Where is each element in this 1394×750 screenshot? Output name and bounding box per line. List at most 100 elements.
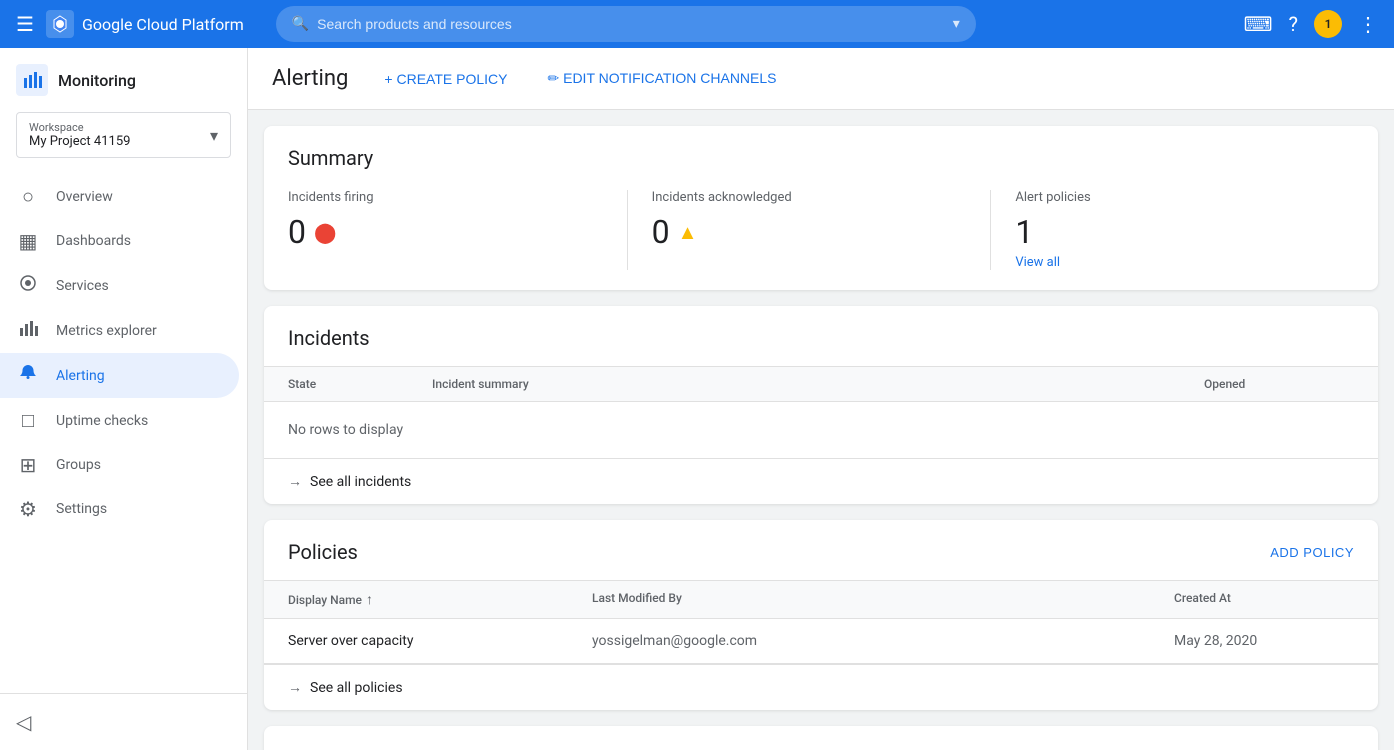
incidents-acknowledged-number: 0 (652, 213, 670, 251)
incidents-col-summary: Incident summary (432, 377, 1180, 391)
topbar: ☰ Google Cloud Platform 🔍 ▾ ⌨ ? 1 ⋮ (0, 0, 1394, 48)
sidebar: Monitoring Workspace My Project 41159 ▾ … (0, 48, 248, 750)
policy-modified-cell: yossigelman@google.com (592, 633, 1150, 649)
events-title: Events (288, 746, 1354, 750)
events-card-content: Events April 14, 2020 Show debug (264, 726, 1378, 750)
topbar-actions: ⌨ ? 1 ⋮ (1244, 10, 1378, 38)
nav-label-metrics-explorer: Metrics explorer (56, 323, 157, 339)
incidents-empty-message: No rows to display (264, 402, 1378, 458)
sidebar-collapse-button[interactable]: ◁ (16, 702, 231, 742)
incidents-acknowledged-status-icon: ▲ (678, 220, 698, 245)
summary-card: Summary Incidents firing 0 ⬤ Incidents a… (264, 126, 1378, 290)
summary-card-content: Summary Incidents firing 0 ⬤ Incidents a… (264, 126, 1378, 290)
monitoring-logo-icon (22, 70, 42, 90)
incidents-firing-number: 0 (288, 213, 306, 251)
incidents-card: Incidents State Incident summary Opened … (264, 306, 1378, 504)
see-all-incidents-label: See all incidents (310, 474, 411, 490)
alerting-icon (16, 363, 40, 388)
edit-notification-channels-button[interactable]: ✏ EDIT NOTIFICATION CHANNELS (535, 62, 788, 95)
more-options-icon[interactable]: ⋮ (1358, 12, 1378, 36)
sidebar-nav: ○ Overview ▦ Dashboards Services (0, 174, 247, 693)
sidebar-item-services[interactable]: Services (0, 263, 239, 308)
incidents-acknowledged-label: Incidents acknowledged (652, 190, 967, 205)
search-dropdown-icon[interactable]: ▾ (953, 16, 960, 32)
alert-policies-value: 1 (1015, 213, 1330, 251)
see-all-policies-label: See all policies (310, 680, 403, 696)
see-all-policies-arrow-icon: → (288, 679, 302, 696)
add-policy-button[interactable]: ADD POLICY (1270, 545, 1354, 560)
metrics-svg-icon (18, 318, 38, 338)
topbar-logo[interactable]: Google Cloud Platform (46, 10, 244, 38)
incidents-title: Incidents (288, 326, 1354, 350)
nav-label-services: Services (56, 278, 109, 294)
events-card: Events April 14, 2020 Show debug (264, 726, 1378, 750)
search-bar[interactable]: 🔍 ▾ (276, 6, 976, 42)
services-icon (16, 273, 40, 298)
policies-card: Policies ADD POLICY Display Name ↑ Last … (264, 520, 1378, 710)
alerting-svg-icon (18, 363, 38, 383)
help-icon[interactable]: ? (1289, 12, 1298, 36)
table-row[interactable]: Server over capacity yossigelman@google.… (264, 619, 1378, 664)
incidents-firing-status-icon: ⬤ (314, 220, 336, 244)
nav-label-dashboards: Dashboards (56, 233, 131, 249)
alert-policies-label: Alert policies (1015, 190, 1330, 205)
sidebar-item-groups[interactable]: ⊞ Groups (0, 443, 239, 487)
policies-col-name-label: Display Name (288, 593, 362, 607)
menu-icon[interactable]: ☰ (16, 12, 34, 36)
policies-table-header: Display Name ↑ Last Modified By Created … (264, 580, 1378, 619)
main-content: Alerting + CREATE POLICY ✏ EDIT NOTIFICA… (248, 48, 1394, 750)
summary-title: Summary (288, 146, 1354, 170)
workspace-value: My Project 41159 (29, 134, 130, 149)
policies-col-created-at: Created At (1174, 591, 1354, 608)
monitoring-icon (16, 64, 48, 96)
sidebar-item-overview[interactable]: ○ Overview (0, 174, 239, 219)
settings-icon: ⚙ (16, 497, 40, 521)
sidebar-item-dashboards[interactable]: ▦ Dashboards (0, 219, 239, 263)
summary-alert-policies: Alert policies 1 View all (1015, 190, 1354, 270)
create-policy-button[interactable]: + CREATE POLICY (372, 63, 519, 95)
search-icon: 🔍 (292, 16, 309, 32)
see-all-policies-button[interactable]: → See all policies (264, 664, 1378, 710)
see-all-incidents-arrow-icon: → (288, 473, 302, 490)
see-all-incidents-button[interactable]: → See all incidents (264, 458, 1378, 504)
workspace-dropdown-icon: ▾ (210, 126, 218, 145)
app-layout: Monitoring Workspace My Project 41159 ▾ … (0, 48, 1394, 750)
page-header: Alerting + CREATE POLICY ✏ EDIT NOTIFICA… (248, 48, 1394, 110)
header-actions: + CREATE POLICY ✏ EDIT NOTIFICATION CHAN… (372, 62, 788, 95)
nav-label-settings: Settings (56, 501, 107, 517)
collapse-icon: ◁ (16, 710, 31, 734)
page-title: Alerting (272, 66, 348, 91)
sidebar-item-metrics-explorer[interactable]: Metrics explorer (0, 308, 239, 353)
incidents-table-header: State Incident summary Opened (264, 366, 1378, 402)
services-svg-icon (18, 273, 38, 293)
groups-icon: ⊞ (16, 453, 40, 477)
cloud-shell-icon[interactable]: ⌨ (1244, 12, 1273, 36)
policy-created-cell: May 28, 2020 (1174, 633, 1354, 649)
topbar-logo-text: Google Cloud Platform (82, 15, 244, 34)
summary-incidents-acknowledged: Incidents acknowledged 0 ▲ (652, 190, 992, 270)
nav-label-alerting: Alerting (56, 368, 105, 384)
search-input[interactable] (317, 16, 945, 32)
workspace-selector[interactable]: Workspace My Project 41159 ▾ (16, 112, 231, 158)
sidebar-item-settings[interactable]: ⚙ Settings (0, 487, 239, 531)
policies-title: Policies (288, 540, 358, 564)
metrics-icon (16, 318, 40, 343)
sidebar-footer: ◁ (0, 693, 247, 750)
incidents-col-state: State (288, 377, 408, 391)
incidents-col-opened: Opened (1204, 377, 1354, 391)
workspace-info: Workspace My Project 41159 (29, 121, 130, 149)
user-avatar[interactable]: 1 (1314, 10, 1342, 38)
view-all-link[interactable]: View all (1015, 255, 1060, 270)
sidebar-title: Monitoring (58, 71, 136, 90)
dashboards-icon: ▦ (16, 229, 40, 253)
policies-col-last-modified: Last Modified By (592, 591, 1150, 608)
policies-header: Policies ADD POLICY (264, 520, 1378, 580)
overview-icon: ○ (16, 184, 40, 209)
nav-label-overview: Overview (56, 189, 113, 205)
incidents-firing-label: Incidents firing (288, 190, 603, 205)
sidebar-item-alerting[interactable]: Alerting (0, 353, 239, 398)
sidebar-header: Monitoring (0, 48, 247, 104)
sidebar-item-uptime-checks[interactable]: □ Uptime checks (0, 398, 239, 443)
alert-policies-number: 1 (1015, 213, 1033, 251)
sort-arrow-icon: ↑ (366, 591, 373, 608)
